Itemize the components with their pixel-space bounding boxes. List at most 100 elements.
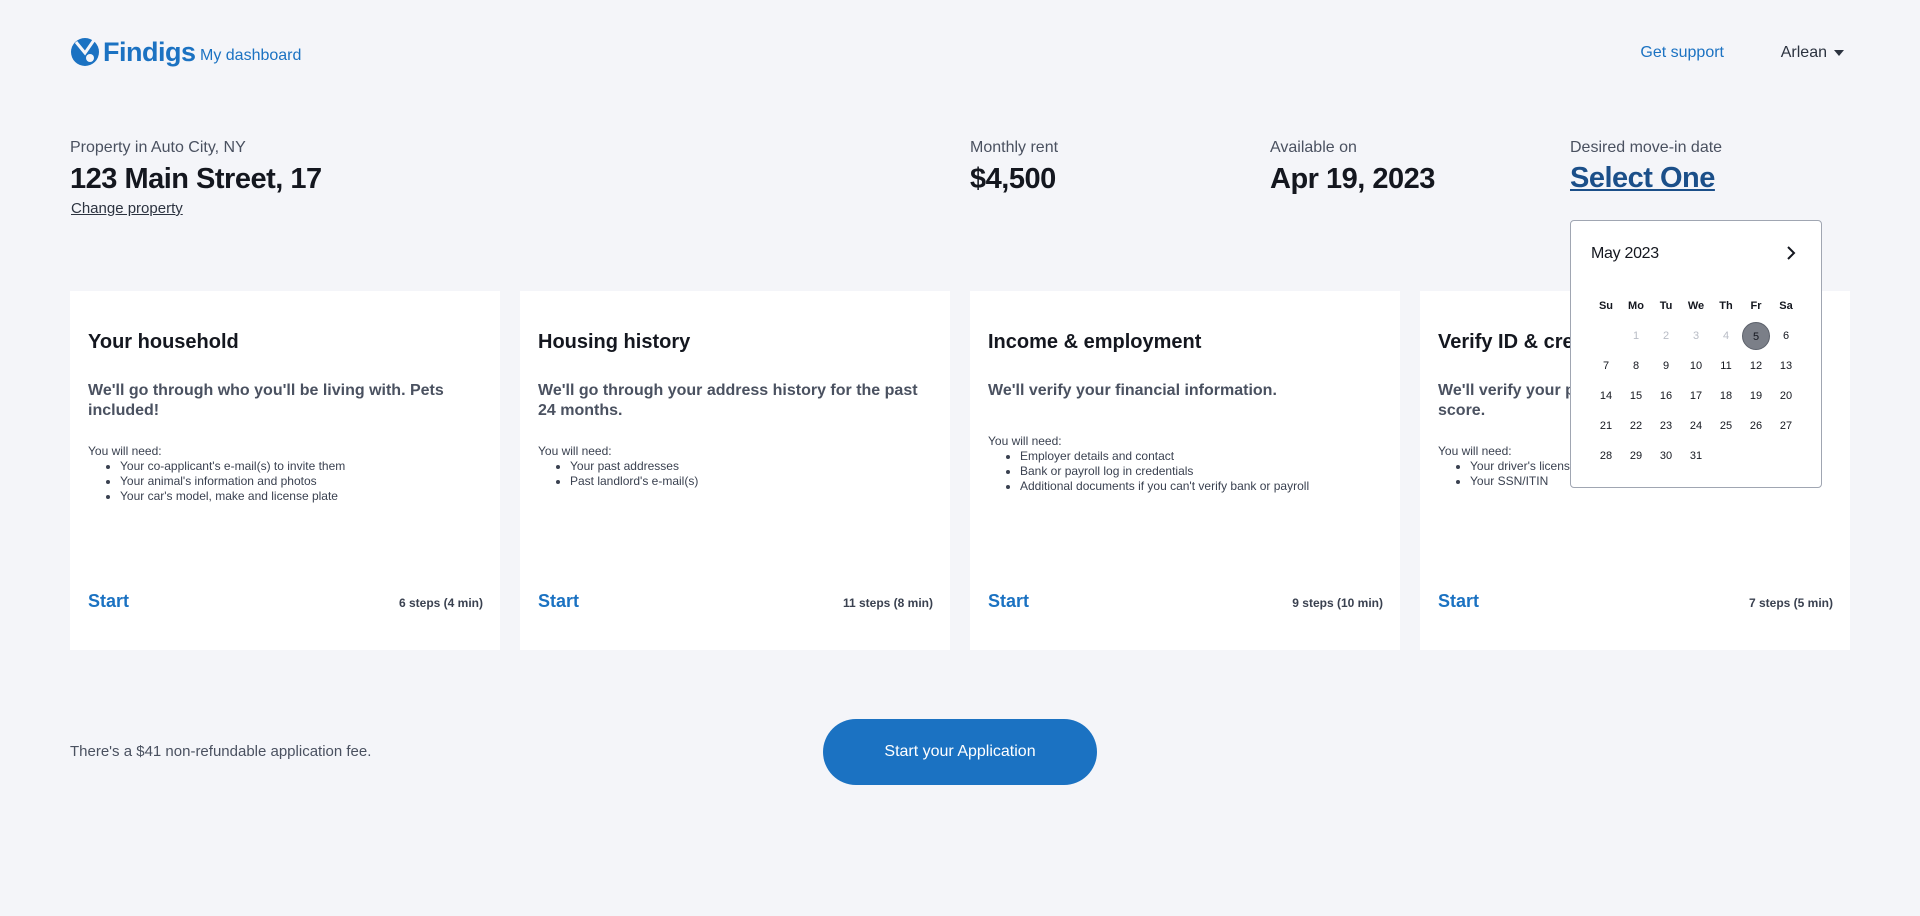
calendar-day: 4 — [1711, 330, 1741, 342]
calendar-week-row: 1 2 3 456 — [1591, 321, 1801, 351]
calendar-day[interactable]: 7 — [1591, 360, 1621, 372]
weekday-label: Sa — [1779, 300, 1793, 312]
calendar-day[interactable]: 29 — [1621, 450, 1651, 462]
calendar-day: 2 — [1651, 330, 1681, 342]
move-in-label: Desired move-in date — [1570, 139, 1723, 156]
calendar-day[interactable]: 15 — [1621, 390, 1651, 402]
start-verify-id-button[interactable]: Start — [1438, 591, 1479, 612]
calendar-day[interactable]: 23 — [1651, 420, 1681, 432]
calendar-day[interactable]: 20 — [1771, 390, 1801, 402]
available-on-label: Available on — [1270, 139, 1357, 156]
steps-estimate: 7 steps (5 min) — [1748, 596, 1833, 610]
calendar-day[interactable]: 28 — [1591, 450, 1621, 462]
user-menu[interactable]: Arlean — [1781, 44, 1844, 62]
calendar-day[interactable]: 24 — [1681, 420, 1711, 432]
calendar-day-number: 17 — [1689, 390, 1703, 402]
weekday-label: Th — [1719, 300, 1733, 312]
calendar-day-number: 19 — [1749, 390, 1763, 402]
application-fee-note: There's a $41 non-refundable application… — [70, 743, 372, 760]
weekday-label: Su — [1598, 300, 1614, 312]
calendar-day-selected[interactable]: 5 — [1741, 322, 1771, 350]
calendar-day-number: 30 — [1659, 450, 1673, 462]
calendar-day-number: 29 — [1629, 450, 1643, 462]
calendar-day-number: 31 — [1689, 450, 1703, 462]
weekday-header: Su Mo Tu We Th Fr Sa — [1591, 291, 1801, 321]
calendar-day[interactable]: 8 — [1621, 360, 1651, 372]
card-requirements: You will need: Employer details and cont… — [988, 434, 1309, 494]
calendar-day-number: 15 — [1629, 390, 1643, 402]
calendar-day[interactable]: 12 — [1741, 360, 1771, 372]
card-household: Your household We'll go through who you'… — [70, 291, 500, 650]
calendar-month-label: May 2023 — [1591, 245, 1659, 262]
card-description: We'll verify your financial information. — [988, 382, 1277, 399]
need-label: You will need: — [88, 444, 162, 458]
calendar-day-number: 20 — [1779, 390, 1793, 402]
calendar-day[interactable]: 25 — [1711, 420, 1741, 432]
start-income-button[interactable]: Start — [988, 591, 1029, 612]
desired-move-in: Desired move-in date Select One — [1570, 139, 1722, 195]
list-item: Your past addresses — [570, 459, 698, 474]
weekday-label: Mo — [1628, 300, 1644, 312]
monthly-rent-value: $4,500 — [970, 163, 1056, 195]
get-support-link[interactable]: Get support — [1640, 44, 1724, 62]
brand-name: Findigs — [103, 36, 196, 67]
select-move-in-date[interactable]: Select One — [1570, 162, 1715, 195]
calendar-week-row: 14 15 16 17 18 19 20 — [1591, 381, 1801, 411]
calendar-day[interactable]: 9 — [1651, 360, 1681, 372]
calendar-day-number: 5 — [1742, 322, 1770, 350]
calendar-week-row: 21 22 23 24 25 26 27 — [1591, 411, 1801, 441]
calendar-day-number: 8 — [1632, 360, 1640, 372]
monthly-rent-label: Monthly rent — [970, 139, 1059, 156]
calendar-day-number: 2 — [1662, 330, 1670, 342]
calendar-day[interactable]: 19 — [1741, 390, 1771, 402]
calendar-day[interactable]: 30 — [1651, 450, 1681, 462]
calendar-day[interactable]: 26 — [1741, 420, 1771, 432]
calendar-day: 3 — [1681, 330, 1711, 342]
list-item: Your car's model, make and license plate — [120, 489, 345, 504]
calendar-day-number: 28 — [1599, 450, 1613, 462]
steps-estimate: 6 steps (4 min) — [398, 596, 483, 610]
calendar-day[interactable]: 27 — [1771, 420, 1801, 432]
calendar-day[interactable]: 21 — [1591, 420, 1621, 432]
calendar-day[interactable]: 13 — [1771, 360, 1801, 372]
findigs-logo[interactable]: Findigs — [70, 36, 196, 68]
calendar-week-row: 28 29 30 31 — [1591, 441, 1801, 471]
calendar-day-number: 23 — [1659, 420, 1673, 432]
calendar-day[interactable]: 10 — [1681, 360, 1711, 372]
calendar-day-number: 27 — [1779, 420, 1793, 432]
calendar-week-row: 7 8 9 10 11 12 13 — [1591, 351, 1801, 381]
card-requirements: You will need: Your co-applicant's e-mai… — [88, 444, 345, 504]
calendar-grid: Su Mo Tu We Th Fr Sa 1 2 3 4 5 6 7 8 9 10 11 12 13 14… — [1591, 291, 1801, 471]
calendar-day[interactable]: 17 — [1681, 390, 1711, 402]
calendar-day-number: 18 — [1719, 390, 1733, 402]
calendar-day[interactable]: 16 — [1651, 390, 1681, 402]
list-item: Additional documents if you can't verify… — [1020, 479, 1309, 494]
findigs-logo-icon — [71, 38, 99, 66]
calendar-day: 1 — [1621, 330, 1651, 342]
weekday-label: We — [1687, 300, 1705, 312]
property-info: Property in Auto City, NY 123 Main Stree… — [70, 139, 322, 218]
property-location: Property in Auto City, NY — [70, 139, 246, 156]
start-housing-history-button[interactable]: Start — [538, 591, 579, 612]
calendar-day[interactable]: 6 — [1771, 330, 1801, 342]
calendar-day-number: 16 — [1659, 390, 1673, 402]
calendar-day[interactable]: 31 — [1681, 450, 1711, 462]
calendar-day-number: 13 — [1779, 360, 1793, 372]
calendar-day-number: 1 — [1632, 330, 1640, 342]
calendar-day-number: 26 — [1749, 420, 1763, 432]
calendar-day-number: 6 — [1782, 330, 1790, 342]
card-income-employment: Income & employment We'll verify your fi… — [970, 291, 1400, 650]
list-item: Bank or payroll log in credentials — [1020, 464, 1309, 479]
start-household-button[interactable]: Start — [88, 591, 129, 612]
calendar-day[interactable]: 14 — [1591, 390, 1621, 402]
calendar-day[interactable]: 22 — [1621, 420, 1651, 432]
calendar-day[interactable]: 11 — [1711, 360, 1741, 372]
calendar-day[interactable]: 18 — [1711, 390, 1741, 402]
change-property-link[interactable]: Change property — [71, 200, 183, 217]
start-application-button[interactable]: Start your Application — [823, 719, 1097, 785]
available-on-value: Apr 19, 2023 — [1270, 163, 1435, 195]
weekday-label: Tu — [1659, 300, 1673, 312]
chevron-right-icon[interactable] — [1781, 243, 1801, 263]
my-dashboard-link[interactable]: My dashboard — [200, 47, 301, 65]
calendar-day-number: 3 — [1692, 330, 1700, 342]
